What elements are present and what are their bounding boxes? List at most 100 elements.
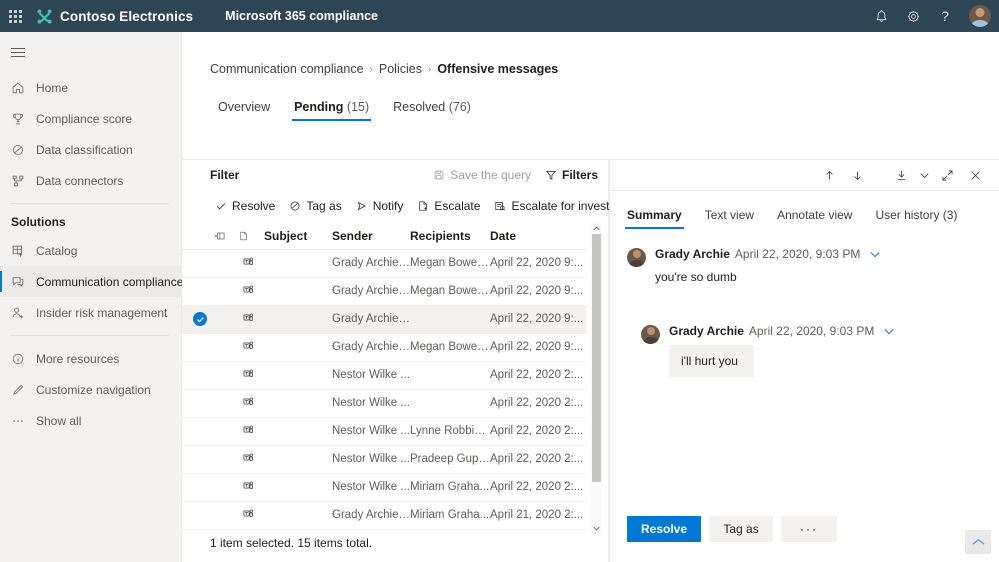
list-scrollbar[interactable] — [591, 223, 602, 534]
notifications-button[interactable] — [865, 0, 897, 32]
subject-column-header[interactable]: Subject — [264, 223, 332, 250]
download-options-button[interactable] — [915, 161, 933, 189]
escalate-command[interactable]: Escalate — [410, 195, 487, 217]
row-pin-cell[interactable] — [212, 249, 238, 278]
row-checkbox-cell[interactable] — [182, 529, 212, 534]
tag-as-button[interactable]: Tag as — [709, 516, 774, 542]
help-button[interactable]: ? — [929, 0, 961, 32]
teams-message-icon — [242, 507, 264, 523]
recipients-column-header[interactable]: Recipients — [410, 223, 490, 250]
table-row[interactable]: Grady Archie ... Miriam Graha... April 21,… — [182, 501, 586, 530]
sidebar-item-data-connectors[interactable]: Data connectors — [0, 165, 181, 196]
chevron-down-icon[interactable] — [870, 251, 880, 258]
sidebar-item-home[interactable]: Home — [0, 72, 181, 103]
table-row[interactable]: Grady Archie ... Megan Bowen... April 22, … — [182, 333, 586, 362]
table-row[interactable]: Grady Archie ... Megan Bowen... April 22, … — [182, 277, 586, 306]
date-column-header[interactable]: Date — [490, 223, 586, 250]
row-checkbox-cell[interactable] — [182, 305, 212, 334]
resolve-command[interactable]: Resolve — [208, 195, 282, 217]
pin-column[interactable] — [212, 223, 238, 250]
tab-text-view[interactable]: Text view — [697, 208, 762, 229]
row-recipients: Miriam Graha... — [410, 501, 490, 530]
row-checkbox-cell[interactable] — [182, 501, 212, 530]
sidebar-item-catalog[interactable]: Catalog — [0, 235, 181, 266]
table-row[interactable]: Nestor Wilke ... April 22, 2020 2:... — [182, 361, 586, 390]
row-checkbox-cell[interactable] — [182, 445, 212, 474]
scrollbar-up-arrow[interactable] — [591, 223, 602, 234]
close-button[interactable] — [961, 161, 989, 189]
row-checkbox-cell[interactable] — [182, 333, 212, 362]
chevron-down-icon[interactable] — [884, 328, 894, 335]
download-button[interactable] — [887, 161, 915, 189]
more-actions-button[interactable]: ··· — [781, 516, 838, 542]
filters-button[interactable]: Filters — [545, 168, 598, 182]
brand-link[interactable]: Contoso Electronics — [36, 8, 193, 25]
tab-resolved[interactable]: Resolved (76) — [385, 100, 479, 121]
sidebar-item-data-classification[interactable]: Data classification — [0, 134, 181, 165]
row-sender: Grady Archie ... — [332, 333, 410, 362]
row-selected-checkmark[interactable] — [193, 312, 207, 326]
row-checkbox-cell[interactable] — [182, 249, 212, 278]
message-timestamp: April 22, 2020, 9:03 PM — [748, 324, 875, 338]
tab-summary[interactable]: Summary — [619, 208, 690, 229]
breadcrumb-policies[interactable]: Policies — [379, 62, 422, 76]
row-checkbox-cell[interactable] — [182, 361, 212, 390]
resolve-button[interactable]: Resolve — [627, 516, 702, 542]
tab-user-history[interactable]: User history (3) — [867, 208, 965, 229]
scrollbar-thumb[interactable] — [592, 234, 601, 482]
escalate-investigation-icon — [494, 200, 506, 212]
previous-item-button[interactable] — [815, 161, 843, 189]
table-row[interactable]: Nestor Wilke ... Miriam Graha... April 22,… — [182, 473, 586, 502]
select-all-column[interactable] — [182, 223, 212, 250]
table-row[interactable]: Nestor Wilke ... Pradeep Gupt... April 22,… — [182, 445, 586, 474]
settings-button[interactable] — [897, 0, 929, 32]
table-row[interactable]: Grady Archie ...Lidia Holloway...April 2… — [182, 529, 586, 534]
row-pin-cell[interactable] — [212, 333, 238, 362]
row-checkbox-cell[interactable] — [182, 473, 212, 502]
tab-pending[interactable]: Pending (15) — [286, 100, 377, 121]
sidebar-item-more-resources[interactable]: More resources — [0, 343, 181, 374]
row-pin-cell[interactable] — [212, 305, 238, 334]
sidebar-item-customize-navigation[interactable]: Customize navigation — [0, 374, 181, 405]
tab-overview[interactable]: Overview — [210, 100, 278, 121]
next-item-button[interactable] — [843, 161, 871, 189]
save-the-query-button[interactable]: Save the query — [433, 168, 531, 182]
nav-toggle-button[interactable] — [0, 32, 181, 72]
table-row[interactable]: Nestor Wilke ... Lynne Robbins... April 22… — [182, 417, 586, 446]
row-checkbox-cell[interactable] — [182, 277, 212, 306]
back-to-top-button[interactable] — [965, 530, 991, 554]
table-row[interactable]: Grady Archie ... Megan Bowen... April 22, … — [182, 249, 586, 278]
sender-column-header[interactable]: Sender — [332, 223, 410, 250]
table-row[interactable]: Nestor Wilke ... April 22, 2020 2:... — [182, 389, 586, 418]
row-pin-cell[interactable] — [212, 473, 238, 502]
row-checkbox-cell[interactable] — [182, 417, 212, 446]
tab-count: (76) — [448, 100, 471, 114]
row-pin-cell[interactable] — [212, 501, 238, 530]
connectors-icon — [11, 174, 32, 188]
row-pin-cell[interactable] — [212, 445, 238, 474]
sidebar-item-compliance-score[interactable]: Compliance score — [0, 103, 181, 134]
tag-as-command[interactable]: Tag as — [282, 195, 348, 217]
row-pin-cell[interactable] — [212, 389, 238, 418]
row-recipients: Megan Bowen... — [410, 277, 490, 306]
row-pin-cell[interactable] — [212, 361, 238, 390]
row-sender: Grady Archie ... — [332, 249, 410, 278]
suite-title[interactable]: Microsoft 365 compliance — [225, 9, 378, 23]
attachment-column[interactable] — [238, 223, 264, 250]
breadcrumb-root[interactable]: Communication compliance — [210, 62, 364, 76]
sidebar-item-communication-compliance[interactable]: Communication compliance — [0, 266, 183, 297]
scrollbar-down-arrow[interactable] — [591, 523, 602, 534]
row-pin-cell[interactable] — [212, 529, 238, 534]
table-row[interactable]: Grady Archie ... April 22, 2020 9:... — [182, 305, 586, 334]
message-text: you're so dumb — [655, 270, 737, 284]
sidebar-item-insider-risk-management[interactable]: Insider risk management — [0, 297, 181, 328]
row-checkbox-cell[interactable] — [182, 389, 212, 418]
row-pin-cell[interactable] — [212, 277, 238, 306]
expand-button[interactable] — [933, 161, 961, 189]
row-pin-cell[interactable] — [212, 417, 238, 446]
tab-annotate-view[interactable]: Annotate view — [769, 208, 860, 229]
sidebar-item-show-all[interactable]: Show all — [0, 405, 181, 436]
app-launcher-button[interactable] — [0, 0, 30, 32]
notify-command[interactable]: Notify — [349, 195, 411, 217]
account-button[interactable] — [961, 0, 999, 32]
